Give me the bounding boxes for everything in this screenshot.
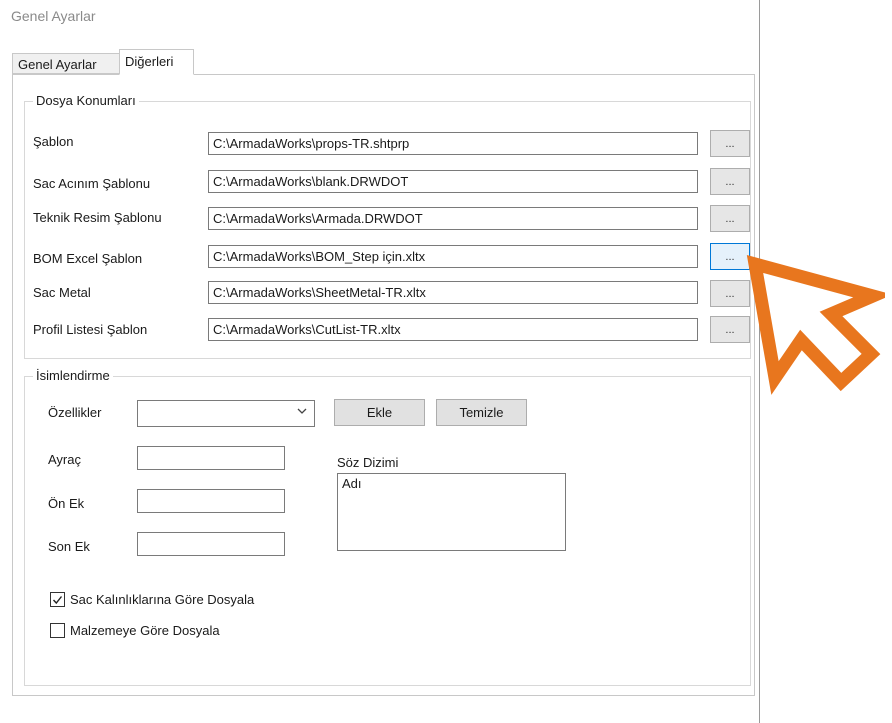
bom-excel-label: BOM Excel Şablon bbox=[33, 251, 143, 266]
naming-legend: İsimlendirme bbox=[33, 368, 113, 383]
window-title: Genel Ayarlar bbox=[11, 8, 96, 24]
sablon-browse-button[interactable]: ... bbox=[710, 130, 750, 157]
sonek-label: Son Ek bbox=[48, 539, 90, 554]
teknik-resim-browse-button[interactable]: ... bbox=[710, 205, 750, 232]
syntax-label: Söz Dizimi bbox=[337, 455, 399, 470]
sac-kalinlik-checkbox[interactable]: Sac Kalınlıklarına Göre Dosyala bbox=[50, 592, 254, 607]
ozellikler-label: Özellikler bbox=[48, 405, 102, 420]
syntax-field[interactable]: Adı bbox=[337, 473, 566, 551]
sonek-field[interactable] bbox=[137, 532, 285, 556]
sac-metal-label: Sac Metal bbox=[33, 285, 91, 300]
teknik-resim-label: Teknik Resim Şablonu bbox=[33, 210, 162, 225]
onek-label: Ön Ek bbox=[48, 496, 85, 511]
profil-listesi-browse-button[interactable]: ... bbox=[710, 316, 750, 343]
ekle-button[interactable]: Ekle bbox=[334, 399, 425, 426]
bom-excel-path-field[interactable]: C:\ArmadaWorks\BOM_Step için.xltx bbox=[208, 245, 698, 268]
profil-listesi-label: Profil Listesi Şablon bbox=[33, 322, 148, 337]
teknik-resim-path-field[interactable]: C:\ArmadaWorks\Armada.DRWDOT bbox=[208, 207, 698, 230]
checkbox-unchecked-icon bbox=[50, 623, 65, 638]
ayrac-field[interactable] bbox=[137, 446, 285, 470]
profil-listesi-path-field[interactable]: C:\ArmadaWorks\CutList-TR.xltx bbox=[208, 318, 698, 341]
ayrac-label: Ayraç bbox=[48, 452, 81, 467]
sac-acinim-browse-button[interactable]: ... bbox=[710, 168, 750, 195]
ozellikler-dropdown[interactable] bbox=[137, 400, 315, 427]
malzeme-checkbox-label: Malzemeye Göre Dosyala bbox=[70, 623, 220, 638]
file-locations-legend: Dosya Konumları bbox=[33, 93, 139, 108]
sac-metal-path-field[interactable]: C:\ArmadaWorks\SheetMetal-TR.xltx bbox=[208, 281, 698, 304]
checkbox-checked-icon bbox=[50, 592, 65, 607]
sac-acinim-path-field[interactable]: C:\ArmadaWorks\blank.DRWDOT bbox=[208, 170, 698, 193]
sac-kalinlik-checkbox-label: Sac Kalınlıklarına Göre Dosyala bbox=[70, 592, 255, 607]
sac-metal-browse-button[interactable]: ... bbox=[710, 280, 750, 307]
sac-acinim-label: Sac Acınım Şablonu bbox=[33, 176, 151, 191]
pointer-arrow-icon bbox=[746, 255, 885, 395]
onek-field[interactable] bbox=[137, 489, 285, 513]
bom-excel-browse-button[interactable]: ... bbox=[710, 243, 750, 270]
malzeme-checkbox[interactable]: Malzemeye Göre Dosyala bbox=[50, 623, 220, 638]
sablon-path-field[interactable]: C:\ArmadaWorks\props-TR.shtprp bbox=[208, 132, 698, 155]
tab-genel-ayarlar[interactable]: Genel Ayarlar bbox=[12, 53, 119, 74]
sablon-label: Şablon bbox=[33, 134, 74, 149]
tab-digerleri[interactable]: Diğerleri bbox=[119, 49, 194, 75]
chevron-down-icon bbox=[296, 405, 308, 419]
temizle-button[interactable]: Temizle bbox=[436, 399, 527, 426]
